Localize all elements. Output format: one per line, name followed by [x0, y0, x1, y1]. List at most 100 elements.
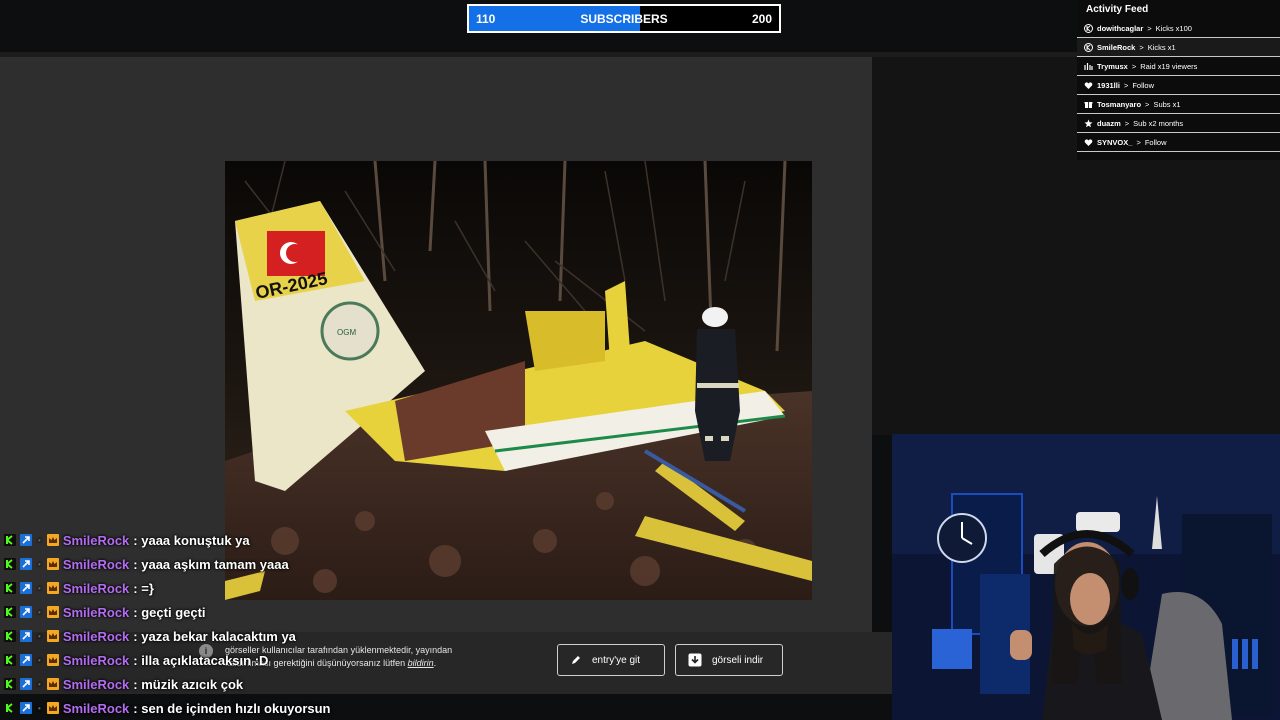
- activity-action: Follow: [1144, 137, 1167, 147]
- kick-badge-icon: [4, 558, 16, 570]
- separator-dot-icon: •: [38, 655, 41, 665]
- chat-message: • SmileRock : illa açıklatacaksın :D: [4, 648, 424, 672]
- chat-username[interactable]: SmileRock: [63, 605, 129, 620]
- chat-text: : yaza bekar kalacaktım ya: [133, 628, 296, 644]
- chat-message: • SmileRock : müzik azıcık çok: [4, 672, 424, 696]
- chat-text: : yaaa konuştuk ya: [133, 532, 250, 548]
- kick-badge-icon: [4, 678, 16, 690]
- chat-text: : =}: [133, 580, 154, 596]
- chat-message: • SmileRock : geçti geçti: [4, 600, 424, 624]
- goal-label: SUBSCRIBERS: [580, 11, 668, 26]
- activity-action: Subs x1: [1153, 99, 1181, 109]
- activity-separator: >: [1145, 99, 1150, 109]
- streamer-webcam-image: [892, 434, 1280, 720]
- heart-icon: [1083, 137, 1093, 147]
- activity-action: Kicks x1: [1147, 42, 1176, 52]
- activity-feed-item: SYNVOX_ > Follow: [1077, 133, 1280, 152]
- chat-text: : yaaa aşkım tamam yaaa: [133, 556, 289, 572]
- chat-username[interactable]: SmileRock: [63, 677, 129, 692]
- activity-feed-item: Trymusx > Raid x19 viewers: [1077, 57, 1280, 76]
- webcam-feed: [892, 434, 1280, 720]
- stream-overlay: 110 SUBSCRIBERS 200 OR-2025 OGM i görsel…: [0, 0, 1280, 720]
- crown-badge-icon: [46, 582, 59, 594]
- subscriber-goal-bar: 110 SUBSCRIBERS 200: [467, 4, 781, 33]
- activity-separator: >: [1131, 61, 1137, 71]
- chat-username[interactable]: SmileRock: [63, 701, 129, 716]
- chat-overlay: • SmileRock : yaaa konuştuk ya • SmileRock : …: [4, 528, 424, 720]
- heart-icon: [1083, 80, 1093, 90]
- arrow-badge-icon: [20, 534, 32, 546]
- chat-username[interactable]: SmileRock: [63, 581, 129, 596]
- chat-username[interactable]: SmileRock: [63, 653, 129, 668]
- chat-text: : sen de içinden hızlı okuyorsun: [133, 700, 331, 716]
- activity-action: Raid x19 viewers: [1140, 61, 1198, 71]
- chat-message: • SmileRock : yaza bekar kalacaktım ya: [4, 624, 424, 648]
- activity-feed-item: duazm > Sub x2 months: [1077, 114, 1280, 133]
- star-icon: [1083, 118, 1093, 128]
- pencil-icon: [572, 656, 580, 664]
- arrow-badge-icon: [20, 582, 32, 594]
- separator-dot-icon: •: [38, 607, 41, 617]
- activity-feed-item: SmileRock > Kicks x1: [1077, 38, 1280, 57]
- activity-user: SYNVOX_: [1097, 137, 1133, 147]
- kick-badge-icon: [4, 606, 16, 618]
- chat-text: : müzik azıcık çok: [133, 676, 244, 692]
- activity-user: Trymusx: [1097, 61, 1128, 71]
- chat-username[interactable]: SmileRock: [63, 629, 129, 644]
- activity-feed-item: 1931lli > Follow: [1077, 76, 1280, 95]
- download-image-button[interactable]: görseli indir: [675, 644, 783, 676]
- activity-separator: >: [1136, 137, 1141, 147]
- chat-message: • SmileRock : sen de içinden hızlı okuyors…: [4, 696, 424, 720]
- activity-user: duazm: [1097, 118, 1121, 128]
- chat-message: • SmileRock: =}: [4, 576, 424, 600]
- activity-action: Kicks x100: [1155, 23, 1192, 33]
- activity-user: 1931lli: [1097, 80, 1120, 90]
- chat-text: : geçti geçti: [133, 604, 206, 620]
- activity-feed-item: Tosmanyaro > Subs x1: [1077, 95, 1280, 114]
- go-to-entry-label: entry'ye git: [592, 654, 641, 666]
- arrow-badge-icon: [20, 630, 32, 642]
- activity-action: Sub x2 months: [1133, 118, 1184, 128]
- kick-icon: [1083, 23, 1093, 33]
- activity-action: Follow: [1132, 80, 1155, 90]
- separator-dot-icon: •: [38, 631, 41, 641]
- kick-badge-icon: [4, 582, 16, 594]
- go-to-entry-button[interactable]: entry'ye git: [557, 644, 665, 676]
- activity-separator: >: [1124, 118, 1130, 128]
- activity-separator: >: [1139, 42, 1144, 52]
- chat-username[interactable]: SmileRock: [63, 533, 129, 548]
- gift-icon: [1083, 99, 1093, 109]
- separator-dot-icon: •: [38, 559, 41, 569]
- kick-badge-icon: [4, 534, 16, 546]
- arrow-badge-icon: [20, 606, 32, 618]
- download-icon: [688, 653, 702, 667]
- raid-icon: [1083, 61, 1093, 71]
- chat-username[interactable]: SmileRock: [63, 557, 129, 572]
- activity-user: dowithcaglar: [1097, 23, 1144, 33]
- activity-user: SmileRock: [1097, 42, 1136, 52]
- tail-logo-text: OGM: [337, 328, 356, 337]
- goal-target: 200: [751, 11, 772, 26]
- chat-message: • SmileRock : yaaa konuştuk ya: [4, 528, 424, 552]
- separator-dot-icon: •: [38, 703, 41, 713]
- crown-badge-icon: [46, 702, 59, 714]
- arrow-badge-icon: [20, 654, 32, 666]
- firefighter-figure: [695, 307, 740, 461]
- activity-user: Tosmanyaro: [1097, 99, 1142, 109]
- crown-badge-icon: [46, 630, 59, 642]
- kick-badge-icon: [4, 654, 16, 666]
- arrow-badge-icon: [20, 702, 32, 714]
- separator-dot-icon: •: [38, 535, 41, 545]
- crown-badge-icon: [46, 558, 59, 570]
- kick-badge-icon: [4, 630, 16, 642]
- crown-badge-icon: [46, 606, 59, 618]
- crown-badge-icon: [46, 678, 59, 690]
- kick-icon: [1083, 42, 1093, 52]
- crown-badge-icon: [46, 654, 59, 666]
- separator-dot-icon: •: [38, 679, 41, 689]
- activity-feed: Activity Feed dowithcaglar > Kicks x100 Smi…: [1077, 0, 1280, 160]
- activity-feed-title: Activity Feed: [1086, 4, 1149, 15]
- activity-separator: >: [1147, 23, 1152, 33]
- chat-text: : illa açıklatacaksın :D: [133, 652, 269, 668]
- arrow-badge-icon: [20, 678, 32, 690]
